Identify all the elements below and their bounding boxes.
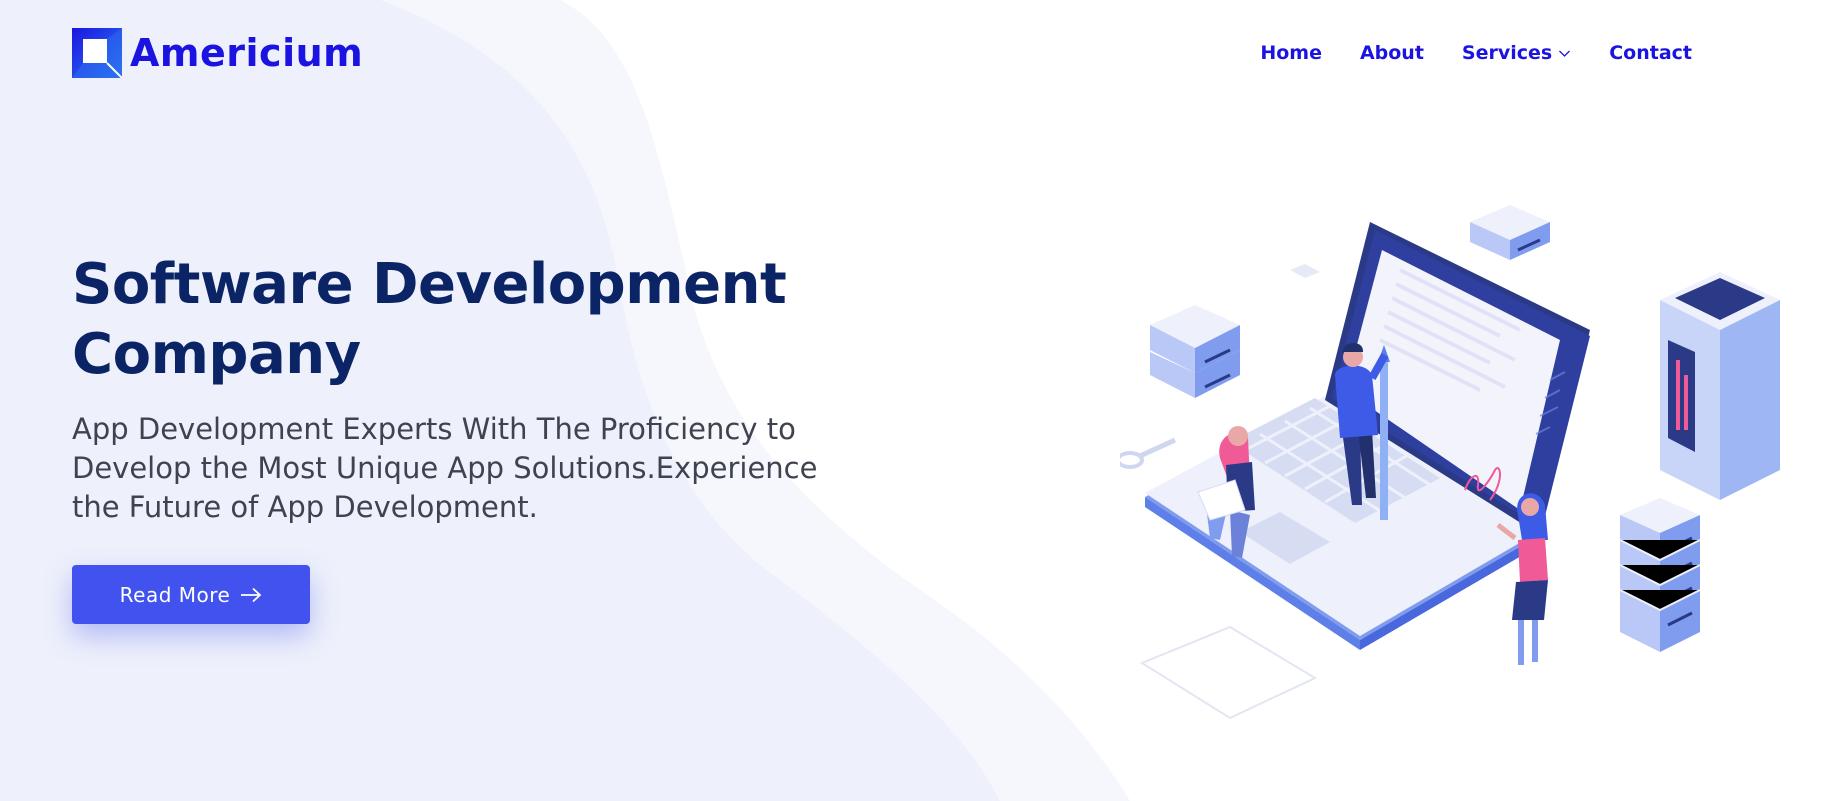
chevron-down-icon <box>1559 50 1571 57</box>
nav-item-about[interactable]: About <box>1360 38 1424 68</box>
key-object <box>1120 437 1177 469</box>
server-stack-right <box>1619 498 1701 652</box>
nav-item-label: About <box>1359 42 1424 64</box>
nav-item-label: Contact <box>1609 42 1692 64</box>
nav-item-services[interactable]: Services <box>1462 38 1571 68</box>
site-header: Americium Home About Services Contact <box>0 0 1832 110</box>
floating-tile <box>1290 264 1320 278</box>
hero-section: Software Development Company App Develop… <box>72 250 872 527</box>
hero-subtitle: App Development Experts With The Profici… <box>72 410 862 527</box>
server-stack-left <box>1150 305 1240 398</box>
server-tower-right <box>1660 272 1780 500</box>
hero-title-line: Company <box>72 322 361 387</box>
read-more-label: Read More <box>119 582 231 607</box>
hero-subtitle-line: Develop the Most Unique App Solutions.Ex… <box>72 451 818 485</box>
nav-item-label: Home <box>1260 42 1322 64</box>
hero-title: Software Development Company <box>72 250 872 390</box>
read-more-button[interactable]: Read More <box>72 565 310 624</box>
arrow-right-icon <box>241 587 262 602</box>
main-nav: Home About Services Contact <box>1260 38 1692 68</box>
brand-logo-icon <box>72 28 122 78</box>
brand-name: Americium <box>130 31 364 75</box>
floor-tile-outline <box>1139 625 1318 720</box>
hero-title-line: Software Development <box>72 252 787 317</box>
server-top <box>1470 205 1550 260</box>
nav-item-label: Services <box>1461 42 1553 64</box>
nav-item-contact[interactable]: Contact <box>1609 38 1692 68</box>
brand-logo-link[interactable]: Americium <box>72 28 363 78</box>
nav-item-home[interactable]: Home <box>1260 38 1322 68</box>
hero-subtitle-line: App Development Experts With The Profici… <box>72 412 796 446</box>
hero-subtitle-line: the Future of App Development. <box>72 490 538 524</box>
laptop-team-illustration <box>1120 205 1780 720</box>
